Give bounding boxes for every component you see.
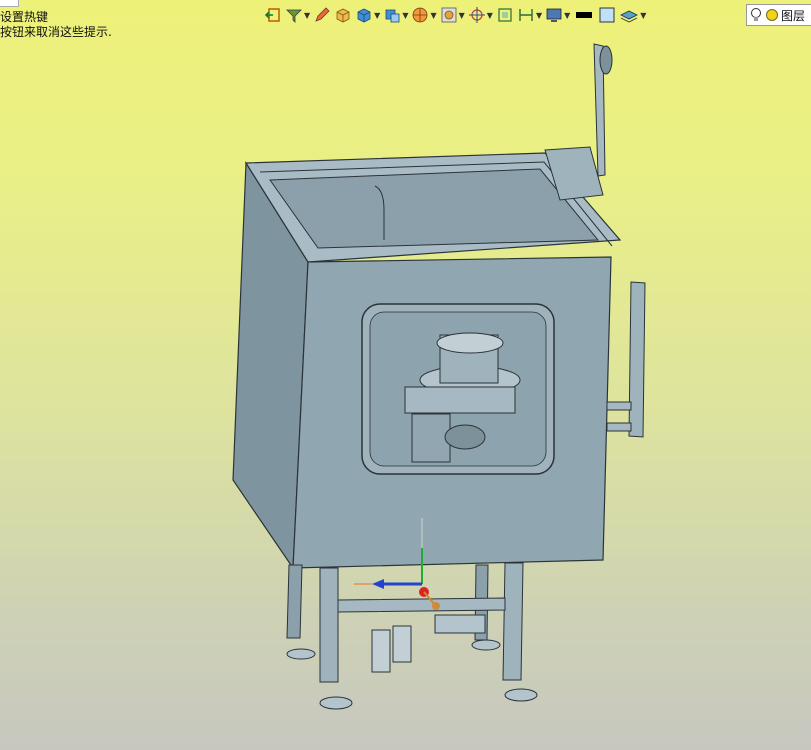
pole-cap — [599, 45, 613, 75]
chevron-down-icon: ▼ — [458, 10, 465, 20]
rail-bracket-top — [606, 401, 632, 411]
cube-display-icon — [385, 9, 400, 23]
foot-back-left — [286, 648, 316, 660]
box-view-button[interactable]: ▼ — [354, 4, 381, 26]
screen-icon — [546, 8, 562, 22]
solid-button[interactable] — [333, 4, 353, 26]
layers-stack-icon — [620, 10, 639, 23]
foot-front-left — [319, 696, 353, 710]
layers-stack-button[interactable]: ▼ — [618, 4, 647, 26]
section-view-button[interactable]: ▼ — [410, 4, 437, 26]
filter-button[interactable]: ▼ — [284, 4, 311, 26]
blue-swatch-button[interactable] — [597, 4, 617, 26]
fit-icon — [498, 8, 512, 22]
chevron-down-icon: ▼ — [564, 10, 571, 20]
fit-button[interactable] — [495, 4, 515, 26]
x-axis-arrowhead — [372, 579, 384, 589]
render-button[interactable]: ▼ — [439, 4, 466, 26]
layer-button-label: 图层 — [781, 8, 806, 23]
rotation-handle-knob — [432, 602, 440, 610]
cube-display-button[interactable]: ▼ — [382, 4, 409, 26]
chevron-down-icon: ▼ — [640, 10, 647, 20]
chevron-down-icon: ▼ — [374, 10, 381, 20]
view-toolbar: ▼ ▼ ▼ ▼ ▼ ▼ ▼ ▼ ▼ — [263, 3, 647, 27]
cabinet-top-opening — [269, 168, 600, 249]
layer-button[interactable]: 图层 — [746, 4, 811, 26]
black-swatch-button[interactable] — [572, 4, 596, 26]
section-view-icon — [413, 7, 428, 23]
exit-sketch-icon — [264, 8, 280, 22]
solid-icon — [336, 8, 350, 23]
gear-wheel — [444, 424, 486, 450]
measure-icon — [519, 9, 533, 21]
air-regulator-unit — [392, 625, 412, 663]
model-viewport[interactable] — [0, 30, 811, 750]
center-button[interactable]: ▼ — [467, 4, 494, 26]
valve-manifold — [434, 614, 486, 634]
leg-front-left — [319, 567, 339, 683]
sun-icon — [766, 9, 778, 21]
rail-bracket-bottom — [606, 422, 632, 432]
screen-button[interactable]: ▼ — [544, 4, 571, 26]
air-filter-unit — [371, 629, 391, 673]
box-view-icon — [357, 8, 371, 23]
hint-indicator — [0, 0, 19, 7]
center-icon — [468, 7, 485, 23]
measure-button[interactable]: ▼ — [516, 4, 543, 26]
edit-button[interactable] — [312, 4, 332, 26]
filter-icon — [286, 9, 302, 23]
foot-back-right — [471, 639, 501, 651]
leg-back-left — [286, 564, 303, 639]
leg-front-right — [502, 562, 524, 681]
motor-block — [411, 413, 451, 463]
turntable-top — [436, 332, 504, 354]
foot-front-right — [504, 688, 538, 702]
chevron-down-icon: ▼ — [402, 10, 409, 20]
edit-icon — [315, 7, 330, 22]
mechanism-base-plate — [404, 386, 516, 414]
blue-swatch-icon — [599, 7, 615, 23]
chevron-down-icon: ▼ — [535, 10, 543, 20]
chevron-down-icon: ▼ — [486, 10, 493, 20]
leg-crossbar — [337, 597, 506, 613]
chevron-down-icon: ▼ — [430, 10, 437, 20]
exit-sketch-button[interactable] — [263, 4, 283, 26]
black-swatch-icon — [576, 12, 593, 18]
chevron-down-icon: ▼ — [304, 10, 311, 20]
side-rail — [628, 281, 646, 438]
render-icon — [441, 7, 457, 23]
lightbulb-icon — [751, 8, 761, 21]
